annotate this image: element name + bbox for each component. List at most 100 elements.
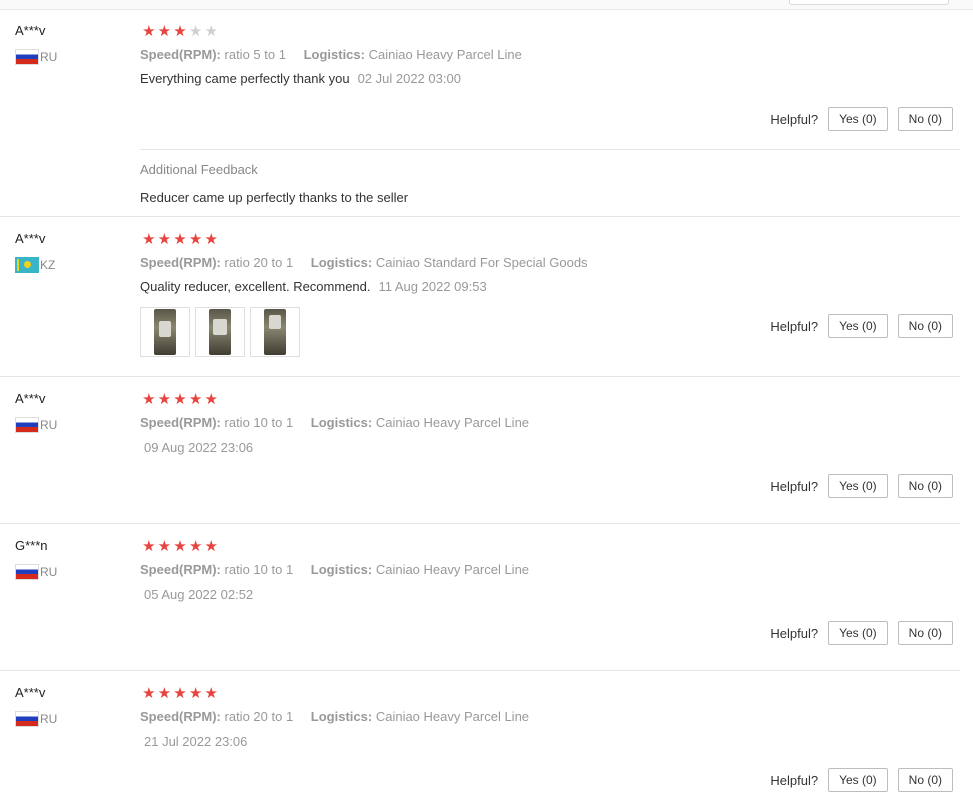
speed-label: Speed(RPM): (140, 255, 221, 270)
review-date: 02 Jul 2022 03:00 (357, 71, 461, 86)
star-rating: ★ ★ ★ ★ ★ (141, 392, 219, 408)
helpful-yes-button[interactable]: Yes (0) (828, 474, 888, 498)
star-rating: ★ ★ ★ ★ ★ (141, 24, 219, 40)
star-icon: ★ (157, 685, 172, 702)
speed-label: Speed(RPM): (140, 47, 221, 62)
country-code: KZ (40, 258, 56, 272)
star-icon: ★ (142, 231, 156, 248)
speed-value: ratio 10 to 1 (224, 562, 294, 577)
review-text: Everything came perfectly thank you (140, 71, 350, 86)
star-icon: ★ (188, 538, 203, 555)
review-attributes: Speed(RPM): ratio 20 to 1 Logistics: Cai… (140, 709, 529, 724)
review-divider (0, 670, 960, 671)
review-photo-thumbnail[interactable] (140, 307, 190, 357)
country-code: RU (40, 50, 58, 64)
logistics-value: Cainiao Heavy Parcel Line (375, 562, 530, 577)
star-icon: ★ (157, 391, 172, 408)
review-photo-thumbnail[interactable] (195, 307, 245, 357)
star-icon: ★ (142, 23, 156, 40)
sort-dropdown[interactable] (789, 0, 949, 5)
helpful-label: Helpful? (770, 111, 819, 127)
reviewer-name: G***n (15, 538, 48, 553)
reducer-photo (209, 309, 231, 355)
helpful-yes-button[interactable]: Yes (0) (828, 314, 888, 338)
star-icon: ★ (204, 538, 218, 555)
additional-feedback-text: Reducer came up perfectly thanks to the … (140, 190, 409, 205)
country-code: RU (40, 565, 58, 579)
helpful-no-button[interactable]: No (0) (897, 621, 953, 645)
reviewer-name: A***v (15, 231, 46, 246)
helpful-label: Helpful? (770, 318, 819, 334)
ru-flag-icon (15, 417, 39, 433)
star-icon: ★ (173, 685, 187, 702)
logistics-label: Logistics: (310, 562, 373, 577)
review-attributes: Speed(RPM): ratio 10 to 1 Logistics: Cai… (140, 562, 529, 577)
country-code: RU (40, 712, 58, 726)
speed-value: ratio 10 to 1 (224, 415, 294, 430)
star-icon: ★ (204, 391, 218, 408)
helpful-yes-button[interactable]: Yes (0) (828, 768, 888, 792)
star-rating: ★ ★ ★ ★ ★ (141, 539, 219, 555)
logistics-label: Logistics: (310, 709, 373, 724)
logistics-value: Cainiao Heavy Parcel Line (368, 47, 522, 62)
review-attributes: Speed(RPM): ratio 20 to 1 Logistics: Cai… (140, 255, 588, 270)
kz-flag-icon (15, 257, 39, 273)
review-date: 21 Jul 2022 23:06 (144, 734, 248, 749)
helpful-label: Helpful? (770, 478, 819, 494)
speed-value: ratio 20 to 1 (224, 255, 294, 270)
helpful-no-button[interactable]: No (0) (897, 107, 953, 131)
additional-feedback-title: Additional Feedback (140, 162, 258, 177)
review-photos (140, 307, 300, 357)
star-icon: ★ (173, 391, 187, 408)
star-icon: ★ (173, 23, 187, 40)
logistics-value: Cainiao Heavy Parcel Line (375, 709, 530, 724)
speed-value: ratio 20 to 1 (224, 709, 294, 724)
speed-label: Speed(RPM): (140, 709, 221, 724)
star-icon: ★ (157, 231, 172, 248)
reducer-photo (264, 309, 286, 355)
helpful-controls: Helpful? Yes (0) No (0) (770, 314, 953, 338)
helpful-yes-button[interactable]: Yes (0) (828, 107, 888, 131)
review-content: Quality reducer, excellent. Recommend. 11… (140, 279, 487, 294)
review-photo-thumbnail[interactable] (250, 307, 300, 357)
helpful-no-button[interactable]: No (0) (897, 314, 953, 338)
speed-label: Speed(RPM): (140, 415, 221, 430)
speed-label: Speed(RPM): (140, 562, 221, 577)
helpful-no-button[interactable]: No (0) (897, 768, 953, 792)
star-icon: ★ (188, 685, 203, 702)
ru-flag-icon (15, 564, 39, 580)
logistics-value: Cainiao Heavy Parcel Line (375, 415, 530, 430)
star-rating: ★ ★ ★ ★ ★ (141, 686, 219, 702)
review-date: 11 Aug 2022 09:53 (378, 279, 487, 294)
helpful-controls: Helpful? Yes (0) No (0) (770, 107, 953, 131)
reviewer-name: A***v (15, 685, 46, 700)
logistics-label: Logistics: (303, 47, 365, 62)
star-icon: ★ (142, 685, 156, 702)
helpful-label: Helpful? (770, 772, 819, 788)
review-attributes: Speed(RPM): ratio 5 to 1 Logistics: Cain… (140, 47, 522, 62)
star-icon: ★ (204, 231, 218, 248)
star-icon: ★ (142, 391, 156, 408)
helpful-no-button[interactable]: No (0) (897, 474, 953, 498)
star-icon: ★ (188, 391, 203, 408)
review-date: 09 Aug 2022 23:06 (144, 440, 254, 455)
star-icon: ★ (142, 538, 156, 555)
review-divider (0, 216, 960, 217)
reviewer-country: KZ (15, 257, 55, 273)
reviewer-country: RU (15, 564, 57, 580)
reviewer-name: A***v (15, 23, 46, 38)
review-divider (0, 523, 960, 524)
logistics-label: Logistics: (310, 415, 373, 430)
reviewer-name: A***v (15, 391, 46, 406)
review-content: Everything came perfectly thank you 02 Ju… (140, 71, 461, 86)
helpful-controls: Helpful? Yes (0) No (0) (770, 621, 953, 645)
logistics-label: Logistics: (310, 255, 373, 270)
reducer-photo (154, 309, 176, 355)
divider (140, 149, 960, 150)
ru-flag-icon (15, 49, 39, 65)
review-text: Quality reducer, excellent. Recommend. (140, 279, 371, 294)
helpful-label: Helpful? (770, 625, 819, 641)
helpful-yes-button[interactable]: Yes (0) (828, 621, 888, 645)
star-rating: ★ ★ ★ ★ ★ (141, 232, 219, 248)
helpful-controls: Helpful? Yes (0) No (0) (770, 768, 953, 792)
